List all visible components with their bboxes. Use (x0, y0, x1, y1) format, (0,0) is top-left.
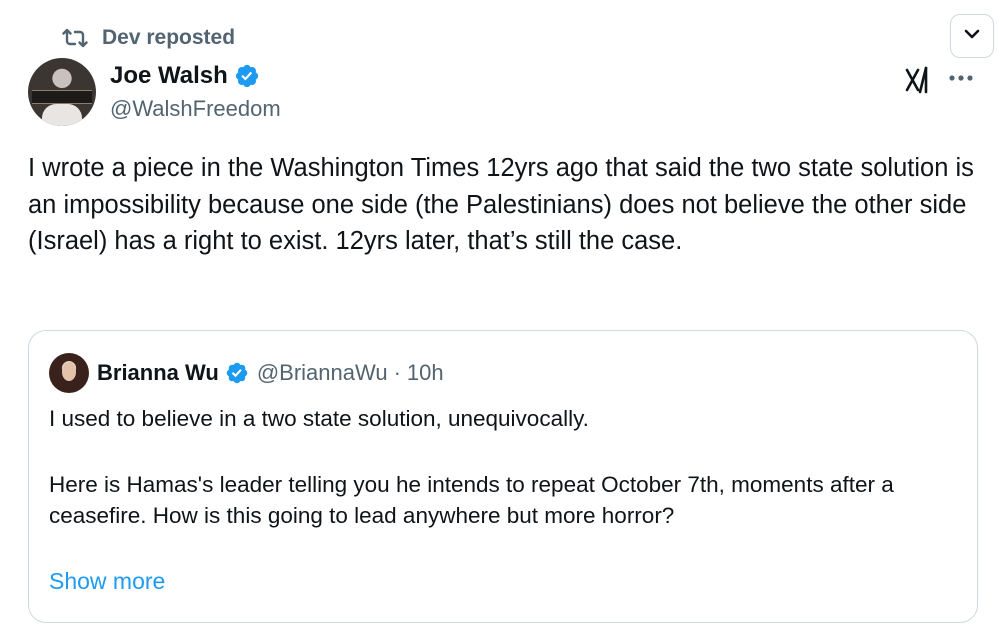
quoted-avatar-face (62, 363, 76, 381)
author-name[interactable]: Joe Walsh (110, 62, 228, 90)
avatar-sign (32, 90, 92, 104)
quoted-author-avatar[interactable] (49, 353, 89, 393)
quoted-header: Brianna Wu @BriannaWu · 10h (97, 359, 444, 387)
author-block: Joe Walsh @WalshFreedom (110, 62, 281, 122)
author-avatar[interactable] (28, 58, 96, 126)
expand-button[interactable] (950, 14, 994, 58)
quoted-separator: · (393, 360, 401, 385)
repost-indicator[interactable]: Dev reposted (62, 26, 235, 50)
show-more-link[interactable]: Show more (49, 568, 165, 595)
verified-badge-icon[interactable] (234, 63, 260, 89)
post-text: I wrote a piece in the Washington Times … (28, 154, 974, 256)
quoted-author-handle[interactable]: @BriannaWu (257, 360, 388, 386)
quoted-post[interactable]: Brianna Wu @BriannaWu · 10h I used to be… (28, 330, 978, 623)
more-icon[interactable] (944, 66, 978, 90)
repost-icon (62, 27, 88, 49)
repost-label: Dev reposted (102, 26, 236, 49)
grok-icon[interactable] (904, 66, 936, 94)
chevron-down-icon (962, 24, 982, 49)
quoted-text-line1: I used to believe in a two state solutio… (49, 406, 589, 431)
author-handle[interactable]: @WalshFreedom (110, 96, 281, 122)
quoted-author-name[interactable]: Brianna Wu (97, 360, 219, 386)
verified-badge-icon[interactable] (225, 361, 249, 385)
quoted-text-paragraph: Here is Hamas's leader telling you he in… (49, 472, 894, 528)
quoted-timestamp[interactable]: 10h (407, 360, 444, 386)
avatar-shirt (42, 104, 82, 126)
post-card[interactable]: Dev reposted Joe Walsh @WalshFreedom I w… (0, 0, 1000, 630)
